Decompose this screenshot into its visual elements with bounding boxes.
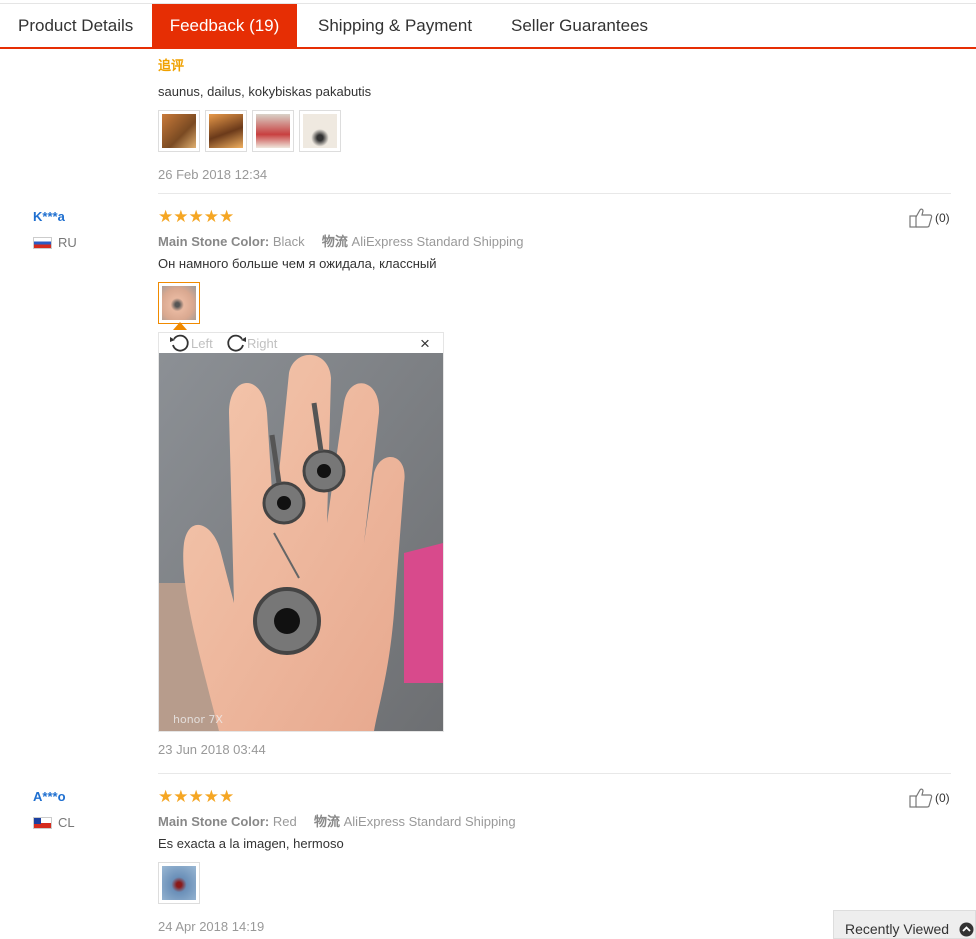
star-rating: ★★★★★ (158, 787, 235, 806)
attr-value: Black (272, 234, 305, 249)
rotate-right-button[interactable]: Right (225, 333, 277, 353)
rotate-left-label: Left (191, 335, 213, 351)
logistics-value: AliExpress Standard Shipping (351, 234, 524, 249)
review-divider (158, 773, 951, 774)
followup-label: 追评 (158, 58, 185, 73)
attr-label: Main Stone Color: (158, 234, 270, 249)
review-attributes: Main Stone Color: Black 物流 AliExpress St… (158, 231, 524, 250)
logistics-value: AliExpress Standard Shipping (343, 814, 516, 829)
review-date: 24 Apr 2018 14:19 (158, 919, 265, 934)
like-count: (0) (935, 211, 950, 225)
photo-viewer: Left Right × honor 7X (158, 332, 444, 732)
thumbs-up-icon (909, 208, 933, 228)
review-text: Es exacta a la imagen, hermoso (158, 836, 344, 851)
logistics-label: 物流 (321, 234, 348, 249)
close-viewer-button[interactable]: × (420, 334, 430, 354)
reviewer-country: RU (33, 235, 77, 250)
thumbnail-pointer (173, 322, 187, 330)
rotate-right-icon (227, 334, 246, 352)
attr-value: Red (272, 814, 297, 829)
like-button[interactable]: (0) (909, 788, 950, 808)
review-text: saunus, dailus, kokybiskas pakabutis (158, 84, 372, 99)
review-photo-thumbnail[interactable] (158, 110, 200, 152)
review-photo-thumbnail[interactable] (252, 110, 294, 152)
review-photo-thumbnail[interactable] (299, 110, 341, 152)
review-photo-thumbnail[interactable] (158, 282, 200, 324)
flag-cl-icon (33, 816, 52, 829)
review-divider (158, 193, 951, 194)
chevron-up-icon (959, 922, 974, 937)
review-attributes: Main Stone Color: Red 物流 AliExpress Stan… (158, 811, 516, 830)
tab-product-details[interactable]: Product Details (18, 4, 133, 48)
reviewer-country: CL (33, 815, 75, 830)
review-photo-thumbnail[interactable] (205, 110, 247, 152)
country-code: CL (58, 815, 75, 830)
thumbs-up-icon (909, 788, 933, 808)
recently-viewed-label: Recently Viewed (845, 921, 950, 937)
reviewer-name[interactable]: K***a (33, 209, 65, 224)
country-code: RU (58, 235, 77, 250)
reviewer-name[interactable]: A***o (33, 789, 66, 804)
rotate-right-label: Right (247, 335, 278, 351)
review-date: 23 Jun 2018 03:44 (158, 742, 266, 757)
tab-bar: Product Details Feedback (19) Shipping &… (0, 3, 976, 49)
review-photo-thumbnail[interactable] (158, 862, 200, 904)
like-button[interactable]: (0) (909, 208, 950, 228)
review-text: Он намного больше чем я ожидала, классны… (158, 256, 437, 271)
camera-watermark: honor 7X (173, 713, 223, 726)
review-date: 26 Feb 2018 12:34 (158, 167, 268, 182)
flag-ru-icon (33, 236, 52, 249)
recently-viewed-button[interactable]: Recently Viewed (833, 910, 976, 939)
star-rating: ★★★★★ (158, 207, 235, 226)
logistics-label: 物流 (313, 814, 340, 829)
rotate-left-button[interactable]: Left (169, 333, 213, 353)
jewelry-photo: honor 7X (159, 353, 443, 731)
tab-feedback[interactable]: Feedback (19) (152, 4, 297, 48)
rotate-left-icon (170, 334, 189, 352)
tab-shipping-payment[interactable]: Shipping & Payment (318, 4, 472, 48)
tab-seller-guarantees[interactable]: Seller Guarantees (511, 4, 648, 48)
attr-label: Main Stone Color: (158, 814, 270, 829)
viewer-toolbar: Left Right × (159, 333, 443, 353)
viewer-photo: honor 7X (159, 353, 443, 731)
like-count: (0) (935, 791, 950, 805)
